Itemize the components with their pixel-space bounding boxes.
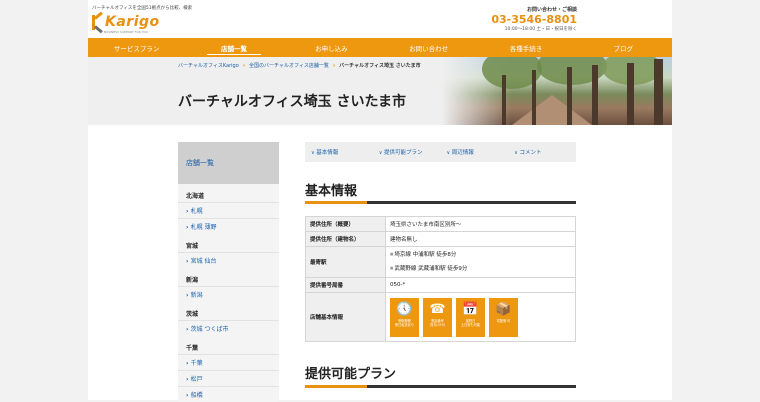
calendar-icon: 📅: [462, 301, 479, 317]
row-label-phone-prefix: 提供番号局番: [305, 277, 386, 293]
table-row: 提供住所（建物名） 建物名無し: [305, 231, 576, 247]
table-row: 提供住所（概要） 埼玉県さいたま市南区別所〜: [305, 216, 576, 232]
row-value-station: 埼京線 中浦和駅 徒歩8分 武蔵野線 武蔵浦和駅 徒歩9分: [385, 246, 576, 278]
sidebar-item-sapporo[interactable]: 札幌: [178, 202, 279, 218]
sidebar-heading[interactable]: 店舗一覧: [178, 142, 279, 184]
feature-label: 最短日 土日祝も可能: [460, 318, 481, 327]
contact-label: お問い合わせ・ご相談: [526, 7, 577, 13]
basic-info-table: 提供住所（概要） 埼玉県さいたま市南区別所〜 提供住所（建物名） 建物名無し 最…: [305, 216, 576, 342]
page-title: バーチャルオフィス埼玉 さいたま市: [178, 94, 407, 110]
tab-comments[interactable]: コメント: [508, 148, 576, 156]
site-logo[interactable]: Karigo: [92, 11, 160, 33]
plans-underline: [305, 385, 576, 388]
station-line-1: 埼京線 中浦和駅 徒歩8分: [390, 248, 571, 262]
nav-item-service-plan[interactable]: サービスプラン: [88, 38, 185, 57]
tab-basic-info[interactable]: 基本情報: [305, 148, 373, 156]
row-label-station: 最寄駅: [305, 246, 386, 278]
contact-hours: 10:00〜18:00 土・日・祝日を除く: [504, 27, 577, 32]
feature-label: 受取郵便 即日転送あり: [394, 318, 415, 327]
logo-subtext: BUSINESS SUPPORT FOR YOU: [104, 30, 149, 34]
row-label-store-info: 店舗基本情報: [305, 292, 386, 342]
feature-label: 宅配便 可: [496, 318, 511, 323]
breadcrumb-link-store-list[interactable]: 全国のバーチャルオフィス店舗一覧: [249, 63, 329, 69]
sidebar-item-chiba[interactable]: 千葉: [178, 354, 279, 370]
sidebar-item-sendai[interactable]: 宮城 仙台: [178, 252, 279, 268]
site-tagline: バーチャルオフィスを全国51拠点から比較、検索: [92, 6, 193, 11]
breadcrumb: バーチャルオフィスKarigo » 全国のバーチャルオフィス店舗一覧 » バーチ…: [178, 62, 421, 69]
feature-badge-weekend: 📅 最短日 土日祝も可能: [456, 297, 485, 337]
clock-icon: 🕔: [396, 301, 413, 317]
row-value-phone-prefix: 050-*: [385, 277, 576, 293]
basic-info-heading: 基本情報: [305, 184, 358, 199]
feature-badge-mail-forward: 🕔 受取郵便 即日転送あり: [390, 297, 419, 337]
sidebar-item-niigata[interactable]: 新潟: [178, 286, 279, 302]
row-value-building: 建物名無し: [385, 231, 576, 247]
sidebar-region-hokkaido: 北海道: [186, 193, 205, 200]
sidebar-region-niigata: 新潟: [186, 277, 199, 284]
box-icon: 📦: [495, 301, 512, 317]
nav-item-procedures[interactable]: 各種手続き: [477, 38, 574, 57]
row-label-address: 提供住所（概要）: [305, 216, 386, 232]
station-line-2: 武蔵野線 武蔵浦和駅 徒歩9分: [390, 262, 571, 276]
feature-label: 電話番号 貸与(050): [430, 318, 445, 327]
phone-icon: ☎: [429, 301, 446, 317]
nav-item-contact[interactable]: お問い合わせ: [380, 38, 477, 57]
row-value-address: 埼玉県さいたま市南区別所〜: [385, 216, 576, 232]
feature-badge-phone-number: ☎ 電話番号 貸与(050): [423, 297, 452, 337]
row-value-store-info: 🕔 受取郵便 即日転送あり ☎ 電話番号 貸与(050) 📅 最短日 土日祝も可…: [385, 292, 576, 342]
logo-text: Karigo: [105, 14, 160, 30]
breadcrumb-current: バーチャルオフィス埼玉 さいたま市: [339, 63, 421, 69]
breadcrumb-separator: »: [242, 63, 246, 69]
plans-heading: 提供可能プラン: [305, 367, 397, 382]
sidebar-region-miyagi: 宮城: [186, 243, 199, 250]
table-row: 店舗基本情報 🕔 受取郵便 即日転送あり ☎ 電話番号 貸与(050) 📅 最短…: [305, 292, 576, 342]
contact-block: お問い合わせ・ご相談 03-3546-8801 10:00〜18:00 土・日・…: [491, 6, 577, 32]
row-label-building: 提供住所（建物名）: [305, 231, 386, 247]
main-nav: サービスプラン 店舗一覧 お申し込み お問い合わせ 各種手続き ブログ: [88, 38, 672, 57]
sidebar-region-ibaraki: 茨城: [186, 311, 199, 318]
tab-nearby[interactable]: 周辺情報: [441, 148, 509, 156]
contact-phone[interactable]: 03-3546-8801: [491, 13, 577, 26]
nav-item-store-list[interactable]: 店舗一覧: [185, 38, 282, 57]
table-row: 提供番号局番 050-*: [305, 277, 576, 293]
basic-info-underline: [305, 201, 576, 204]
logo-k-icon: [92, 11, 103, 33]
sidebar-region-chiba: 千葉: [186, 345, 199, 352]
sidebar-item-sapporo-susukino[interactable]: 札幌 薄野: [178, 218, 279, 234]
table-row: 最寄駅 埼京線 中浦和駅 徒歩8分 武蔵野線 武蔵浦和駅 徒歩9分: [305, 246, 576, 278]
section-tabs: 基本情報 提供可能プラン 周辺情報 コメント: [305, 142, 576, 162]
breadcrumb-separator: »: [332, 63, 336, 69]
sidebar-item-matsudo[interactable]: 松戸: [178, 370, 279, 386]
nav-item-apply[interactable]: お申し込み: [283, 38, 380, 57]
sidebar-item-tsukuba[interactable]: 茨城 つくば市: [178, 320, 279, 336]
hero-tree-path-image: [442, 57, 672, 125]
feature-badges: 🕔 受取郵便 即日転送あり ☎ 電話番号 貸与(050) 📅 最短日 土日祝も可…: [390, 294, 571, 341]
nav-item-blog[interactable]: ブログ: [575, 38, 672, 57]
feature-badge-parcel: 📦 宅配便 可: [489, 297, 518, 337]
sidebar: 店舗一覧 北海道 札幌 札幌 薄野 宮城 宮城 仙台 新潟 新潟 茨城 茨城 つ…: [178, 142, 279, 402]
breadcrumb-link-home[interactable]: バーチャルオフィスKarigo: [178, 63, 239, 69]
tab-plans[interactable]: 提供可能プラン: [373, 148, 441, 156]
